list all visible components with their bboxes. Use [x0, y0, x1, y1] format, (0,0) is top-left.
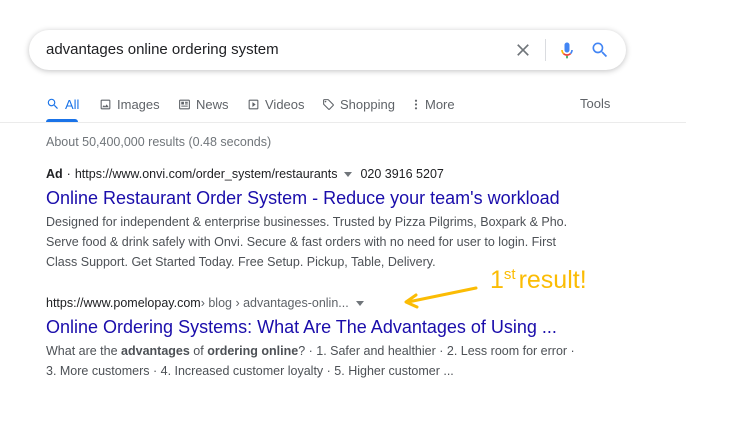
- tab-label: News: [196, 96, 229, 112]
- arrow-icon: [404, 286, 478, 309]
- first-result-annotation: 1st result!: [400, 266, 620, 309]
- search-box[interactable]: advantages online ordering system: [29, 30, 626, 70]
- desc-highlight: ordering online: [207, 344, 299, 358]
- search-divider: [545, 39, 546, 61]
- result-stats: About 50,400,000 results (0.48 seconds): [46, 135, 272, 149]
- result-description: What are the advantages of ordering onli…: [46, 341, 575, 381]
- tab-label: All: [65, 96, 80, 112]
- tab-news[interactable]: News: [178, 96, 229, 112]
- annotation-ordinal: st: [503, 266, 516, 283]
- chevron-down-icon[interactable]: [355, 300, 364, 306]
- microphone-icon[interactable]: [557, 40, 577, 60]
- result-path[interactable]: › blog › advantages-onlin...: [201, 296, 349, 310]
- result-title-link[interactable]: Online Ordering Systems: What Are The Ad…: [46, 316, 566, 338]
- ad-url[interactable]: https://www.onvi.com/order_system/restau…: [75, 167, 338, 181]
- desc-text: of: [189, 344, 208, 358]
- desc-text: ? · 1. Safer and healthier · 2. Less roo…: [298, 344, 575, 358]
- search-input[interactable]: advantages online ordering system: [46, 41, 279, 58]
- desc-highlight: advantages: [121, 344, 190, 358]
- tag-icon: [323, 98, 334, 110]
- search-icon[interactable]: [590, 40, 610, 60]
- tab-more[interactable]: More: [412, 96, 455, 112]
- annotation-label: result!: [518, 266, 587, 294]
- tab-label: Shopping: [340, 96, 395, 112]
- tab-label: Videos: [265, 96, 305, 112]
- result-desc-line: 3. More customers · 4. Increased custome…: [46, 364, 454, 378]
- chevron-down-icon[interactable]: [344, 171, 353, 177]
- annotation-text: 1st result!: [490, 266, 587, 295]
- tab-shopping[interactable]: Shopping: [322, 96, 395, 112]
- more-vert-icon: [414, 99, 418, 109]
- tab-all[interactable]: All: [46, 96, 79, 112]
- tab-videos[interactable]: Videos: [247, 96, 305, 112]
- close-icon[interactable]: [513, 40, 533, 60]
- tabs-divider: [0, 122, 686, 123]
- result-domain[interactable]: https://www.pomelopay.com: [46, 296, 201, 310]
- ad-cite: Ad · https://www.onvi.com/order_system/r…: [46, 167, 566, 181]
- news-icon: [179, 99, 190, 109]
- ad-badge: Ad: [46, 167, 63, 181]
- ad-desc-line: Designed for independent & enterprise bu…: [46, 215, 568, 229]
- annotation-number: 1: [490, 266, 504, 294]
- ad-title-link[interactable]: Online Restaurant Order System - Reduce …: [46, 187, 566, 209]
- result-desc-line: What are the advantages of ordering onli…: [46, 341, 575, 361]
- tools-button[interactable]: Tools: [580, 96, 610, 111]
- separator-dot: ·: [66, 167, 71, 181]
- ad-phone[interactable]: 020 3916 5207: [360, 167, 443, 181]
- ad-description: Designed for independent & enterprise bu…: [46, 212, 568, 272]
- tab-label: Images: [117, 96, 160, 112]
- tab-images[interactable]: Images: [99, 96, 160, 112]
- desc-text: What are the: [46, 344, 122, 358]
- organic-result: https://www.pomelopay.com › blog › advan…: [46, 296, 575, 381]
- tab-label: More: [425, 96, 455, 112]
- ad-result: Ad · https://www.onvi.com/order_system/r…: [46, 167, 568, 272]
- image-icon: [100, 99, 111, 109]
- search-icon: [47, 98, 58, 109]
- video-icon: [248, 99, 259, 109]
- ad-desc-line: Serve food & drink safely with Onvi. Sec…: [46, 235, 556, 249]
